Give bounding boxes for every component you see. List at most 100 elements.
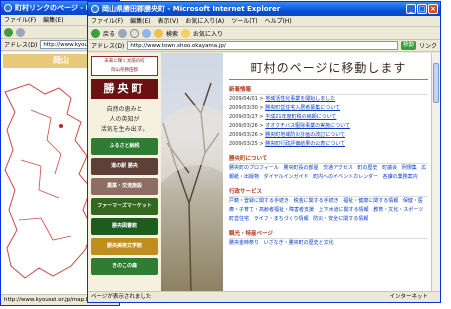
maximize-button[interactable]: □ xyxy=(417,4,427,14)
address-input[interactable]: http://www.town.shoo.okayama.jp/ xyxy=(127,41,398,50)
menu-file[interactable]: ファイル(F) xyxy=(91,16,123,26)
front-window-titlebar[interactable]: 岡山県勝田郡勝央町 - Microsoft Internet Explorer … xyxy=(88,2,440,16)
front-menubar: ファイル(F) 編集(E) 表示(V) お気に入り(A) ツール(T) ヘルプ(… xyxy=(88,16,440,27)
ie-logo-icon xyxy=(91,5,99,13)
ie-logo-icon xyxy=(4,4,12,12)
tourism-section-title: 観光・特産ページ xyxy=(229,229,428,239)
address-label: アドレス(D) xyxy=(91,43,125,50)
service-link[interactable]: 防災・安全に関する情報 xyxy=(313,216,368,222)
forward-arrow-icon[interactable] xyxy=(118,28,128,38)
about-link[interactable]: 勝央町長の部屋 xyxy=(284,165,319,171)
service-link[interactable]: ライフ・まちづくり情報 xyxy=(254,216,309,222)
about-link[interactable]: 各課の業務案内 xyxy=(383,174,418,180)
plum-tree-photo xyxy=(161,53,223,291)
news-item: 2009/03/26 > オオクチバス駆除事業の実施について xyxy=(229,122,428,131)
vertical-scrollbar[interactable] xyxy=(431,53,440,291)
news-item: 2009/03/27 > 平成21年度町税の納期について xyxy=(229,113,428,122)
banner-3[interactable]: ファーマーズマーケット xyxy=(91,198,158,215)
go-button[interactable]: 移動 xyxy=(400,41,416,50)
news-list: 2009/04/01 > 地域活性化事業を開始しました 2009/03/30 > … xyxy=(229,95,428,149)
site-left-column: 未来に輝く太陽の町 岡山県勝田郡 勝央町 自然の恵みと 人の英知が 活気を生み出… xyxy=(88,53,161,291)
services-links: 戸籍・登録に関する手続き 税金に関する手続き 福祉・健康に関する情報 保健・医療… xyxy=(229,197,428,224)
front-toolbar: 戻る 検索 お気に入り xyxy=(88,27,440,40)
back-menu-edit[interactable]: 編集(E) xyxy=(43,15,63,25)
tourism-link[interactable]: いざなぎ・勝央町の歴史と文化 xyxy=(264,240,334,246)
status-text: ページが表示されました xyxy=(91,294,152,300)
home-icon[interactable] xyxy=(154,28,164,38)
town-slogan: 自然の恵みと 人の英知が 活気を生み出す。 xyxy=(100,106,149,133)
about-link[interactable]: 町内へのイベントカレンダー xyxy=(313,174,378,180)
news-section-title: 新着情報 xyxy=(229,85,428,95)
services-section-title: 行政サービス xyxy=(229,187,428,197)
news-date: 2009/03/25 > xyxy=(229,141,264,147)
favorites-button-label[interactable]: お気に入り xyxy=(193,29,223,38)
front-window-title: 岡山県勝田郡勝央町 - Microsoft Internet Explorer xyxy=(102,5,281,13)
service-link[interactable]: 町営住宅 xyxy=(229,216,249,222)
page-content: 未来に輝く太陽の町 岡山県勝田郡 勝央町 自然の恵みと 人の英知が 活気を生み出… xyxy=(88,53,431,291)
status-zone: インターネット xyxy=(389,294,428,300)
about-link[interactable]: 町議会 xyxy=(382,165,397,171)
menu-view[interactable]: 表示(V) xyxy=(158,16,179,26)
service-link[interactable]: 福祉・健康に関する情報 xyxy=(343,198,398,204)
site-logo[interactable]: 未来に輝く太陽の町 岡山県勝田郡 xyxy=(91,56,158,76)
news-date: 2009/03/30 > xyxy=(229,105,264,111)
news-link[interactable]: 地域活性化事業を開始しました xyxy=(265,96,335,102)
banner-list: ふるさと納税 道の駅 勝央 農業・交流施設 ファーマーズマーケット 勝央図書館勝央美術文… xyxy=(88,138,161,275)
menu-favorites[interactable]: お気に入り(A) xyxy=(185,16,224,26)
back-menu-file[interactable]: ファイル(F) xyxy=(4,15,36,25)
back-button-label[interactable]: 戻る xyxy=(103,29,115,38)
news-date: 2009/03/27 > xyxy=(229,114,264,120)
forward-arrow-icon[interactable] xyxy=(16,27,25,37)
close-button[interactable]: × xyxy=(428,4,438,14)
news-date: 2009/03/26 > xyxy=(229,132,264,138)
menu-help[interactable]: ヘルプ(H) xyxy=(265,16,292,26)
news-link[interactable]: 平成21年度町税の納期について xyxy=(265,114,336,120)
service-link[interactable]: 戸籍・登録に関する手続き xyxy=(229,198,289,204)
front-browser-window[interactable]: 岡山県勝田郡勝央町 - Microsoft Internet Explorer … xyxy=(87,1,441,303)
page-heading: 町村のページに移動します xyxy=(250,61,407,75)
banner-4[interactable]: 勝央図書館 xyxy=(91,218,158,235)
minimize-button[interactable]: _ xyxy=(406,4,416,14)
service-link[interactable]: 教育・文化・スポーツ xyxy=(373,207,423,213)
links-label[interactable]: リンク xyxy=(419,41,437,50)
news-link[interactable]: オオクチバス駆除事業の実施について xyxy=(265,123,350,129)
banner-0[interactable]: ふるさと納税 xyxy=(91,138,158,155)
banner-2[interactable]: 農業・交流施設 xyxy=(91,178,158,195)
favorites-star-icon[interactable] xyxy=(181,28,191,38)
banner-1[interactable]: 道の駅 勝央 xyxy=(91,158,158,175)
banner-5[interactable]: 勝央美術文学館 xyxy=(91,238,158,255)
about-links: 勝央町のプロフィール 勝央町長の部屋 交通アクセス 町の歴史 町議会 例規集 広… xyxy=(229,164,428,182)
menu-tools[interactable]: ツール(T) xyxy=(231,16,257,26)
news-link[interactable]: 勝央町行政評価結果の公表について xyxy=(265,141,345,147)
news-item: 2009/04/01 > 地域活性化事業を開始しました xyxy=(229,95,428,104)
menu-edit[interactable]: 編集(E) xyxy=(130,16,150,26)
news-link[interactable]: 勝央町営住宅入居者募集について xyxy=(265,105,340,111)
about-link[interactable]: ダイヤルインガイド xyxy=(264,174,309,180)
news-link[interactable]: 勝央町地域防災計画の改訂について xyxy=(265,132,345,138)
about-link[interactable]: 勝央町のプロフィール xyxy=(229,165,279,171)
refresh-icon[interactable] xyxy=(142,28,152,38)
back-arrow-icon[interactable] xyxy=(91,28,100,38)
main-column: 町村のページに移動します 新着情報 2009/04/01 > 地域活性化事業を開… xyxy=(226,53,431,291)
news-date: 2009/04/01 > xyxy=(229,96,264,102)
about-link[interactable]: 交通アクセス xyxy=(323,165,353,171)
search-button-label[interactable]: 検索 xyxy=(166,29,178,38)
heading-divider xyxy=(229,79,428,80)
service-link[interactable]: 税金に関する手続き xyxy=(294,198,339,204)
town-name[interactable]: 勝央町 xyxy=(91,79,158,99)
front-statusbar: ページが表示されました インターネット xyxy=(88,291,440,302)
scrollbar-thumb[interactable] xyxy=(433,63,439,103)
about-link[interactable]: 町の歴史 xyxy=(357,165,377,171)
tourism-link[interactable]: 勝央金時祭り xyxy=(229,240,259,246)
back-arrow-icon[interactable] xyxy=(4,27,13,37)
back-address-label: アドレス(D) xyxy=(4,42,38,49)
banner-6[interactable]: きのこの森 xyxy=(91,258,158,275)
service-link[interactable]: 上下水道に関する情報 xyxy=(319,207,369,213)
stop-icon[interactable] xyxy=(130,28,140,38)
about-link[interactable]: 例規集 xyxy=(402,165,417,171)
news-date: 2009/03/26 > xyxy=(229,123,264,129)
news-item: 2009/03/26 > 勝央町地域防災計画の改訂について xyxy=(229,131,428,140)
news-item: 2009/03/25 > 勝央町行政評価結果の公表について xyxy=(229,140,428,149)
front-address-bar: アドレス(D) http://www.town.shoo.okayama.jp/… xyxy=(88,40,440,52)
news-item: 2009/03/30 > 勝央町営住宅入居者募集について xyxy=(229,104,428,113)
